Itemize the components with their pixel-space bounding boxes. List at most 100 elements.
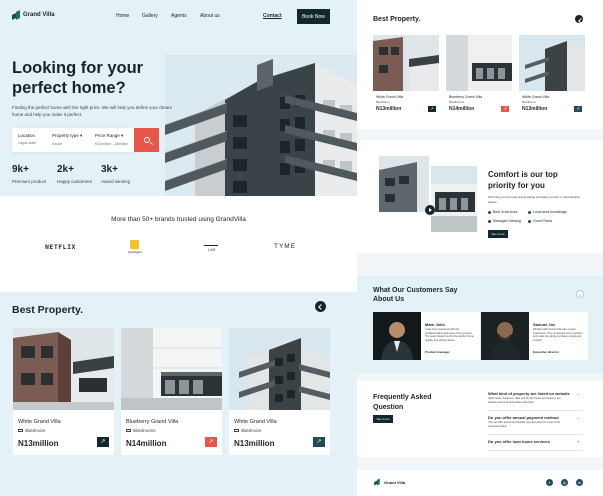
property-name: White Grand Villa [376,95,404,99]
view-property-button[interactable]: ↗ [428,106,436,112]
property-name: White Grand Villa [234,419,277,425]
property-card-mini[interactable]: White Grand Villa 5bedroom N13million ↗ [373,35,439,119]
view-property-button[interactable]: ↗ [574,106,582,112]
landing-page-sections: Best Property. White Grand Villa 5bedroo… [357,0,603,496]
logo-icon [374,479,380,485]
faq-answer: Apartments, duplexes, villas and family … [488,397,561,404]
view-property-button[interactable]: ↗ [501,106,509,112]
view-property-button[interactable]: ↗ [313,437,325,447]
fips-logo-icon [130,240,140,249]
testimonials-title: What Our Customers Say About Us [373,287,458,303]
stat-premium-product: 9k+ Premium product [12,164,47,184]
search-button[interactable] [134,128,159,152]
search-icon [143,137,150,143]
property-price: N14million [126,439,167,448]
arrow-up-right-icon: ↗ [100,439,106,445]
price-range-field[interactable]: Price Range ▾ N12million - 18million [95,133,128,146]
facebook-icon[interactable]: f [546,479,553,486]
chevron-down-icon: ▾ [80,133,83,138]
property-card[interactable]: White Grand Villa 5bedroom N13million ↗ [229,328,330,455]
price-range-value: N12million - 18million [95,142,129,146]
testimonial-next-button[interactable]: › [576,290,584,298]
collapse-icon[interactable]: – [577,391,579,396]
carousel-prev-button[interactable] [315,301,326,312]
property-bedrooms: 5bedroom [376,100,390,104]
property-bedrooms: 5bedroom [18,428,45,433]
comfort-images [379,156,477,232]
arrow-up-right-icon: ↗ [503,106,507,111]
location-field[interactable]: Location Lagos state [18,133,36,145]
property-search-bar: Location Lagos state Property type ▾ Hou… [12,128,134,152]
carousel-prev-button[interactable] [575,15,583,23]
see-more-button[interactable]: See more [488,230,508,238]
lke-logo-icon [203,240,221,246]
collapse-icon[interactable]: – [577,415,579,420]
logo-icon [12,11,20,19]
bed-icon [18,429,23,432]
property-image [13,328,114,410]
faq-question[interactable]: Do you offer loan home services [488,439,550,444]
nav-gallery[interactable]: Gallery [142,13,158,19]
location-label: Location [18,133,36,138]
check-icon [528,210,531,214]
brand-logo[interactable]: Grand Villa [12,11,55,19]
expand-icon[interactable]: + [577,439,579,444]
faq-answer: Yes, we offer annual and flexible paymen… [488,421,561,428]
best-property-mini-title: Best Property. [373,16,421,23]
comfort-description: We bring you the best and amazing purcha… [488,195,580,204]
linkedin-icon[interactable]: in [576,479,583,486]
property-name: White Grand Villa [522,95,550,99]
nav-home[interactable]: Home [116,13,129,19]
faq-question[interactable]: What kind of property are listed on webs… [488,391,570,396]
chevron-down-icon: ▾ [121,133,124,138]
property-image [373,35,439,91]
faq-title: Frequently Asked Question [373,394,432,411]
property-bedrooms: 5bedrooms [449,100,465,104]
property-card[interactable]: Blueberry Grand Villa 5bedrooms N14milli… [121,328,222,455]
property-image [446,35,512,91]
footer-logo[interactable]: Grand Villa [373,478,405,486]
customer-name: Mark John [425,322,446,327]
nav-about-us[interactable]: About us [200,13,220,19]
testimonial-text: I was truly impressed with the professio… [425,328,474,342]
nav-agents[interactable]: Agents [171,13,187,19]
instagram-icon[interactable]: ◎ [561,479,568,486]
feature-item: Best in services [488,210,518,214]
arrow-up-right-icon: ↗ [208,439,214,445]
best-property-mini-section: Best Property. White Grand Villa 5bedroo… [357,0,603,129]
play-icon [429,208,432,212]
hero-description: Finding the perfect home with the right … [12,105,172,117]
check-icon [488,210,491,214]
property-bedrooms: 5bedroom [522,100,536,104]
arrow-up-right-icon: ↗ [576,106,580,111]
faq-question[interactable]: Do you offer annual payment method [488,415,559,420]
property-type-field[interactable]: Property type ▾ House [52,133,82,146]
play-video-button[interactable] [425,205,435,215]
hero-section: Grand Villa Home Gallery Agents About us… [0,0,357,196]
view-property-button[interactable]: ↗ [97,437,109,447]
property-price: N13million [18,439,59,448]
feature-item: Local area knowledge [528,210,567,214]
nav-contact[interactable]: Contact [263,13,282,19]
bed-icon [126,429,131,432]
stat-award-winning: 3k+ Award winning [101,164,131,184]
brand-tyme-logo: TYME [274,243,297,250]
customer-avatar [481,312,529,360]
property-price: N14million [449,106,475,112]
faq-see-more-button[interactable]: See more [373,415,393,423]
book-now-button[interactable]: Book Now [297,9,330,24]
chevron-right-icon: › [579,291,581,297]
property-type-value: House [52,142,63,146]
property-bedrooms: 5bedroom [234,428,261,433]
check-icon [528,219,531,223]
property-name: Blueberry Grand Villa [126,419,179,425]
property-card-mini[interactable]: White Grand Villa 5bedroom N13million ↗ [519,35,585,119]
property-card[interactable]: White Grand Villa 5bedroom N13million ↗ [13,328,114,455]
property-card-mini[interactable]: Blueberry Grand Villa 5bedrooms N14milli… [446,35,512,119]
bed-icon [234,429,239,432]
brand-lke-logo: LKE [203,240,221,252]
hero-title: Looking for your perfect home? [12,59,144,97]
view-property-button[interactable]: ↗ [205,437,217,447]
stat-happy-customers: 2k+ Happy customers [57,164,93,184]
testimonial-text: Working with Grand Villa was a great exp… [533,328,583,342]
